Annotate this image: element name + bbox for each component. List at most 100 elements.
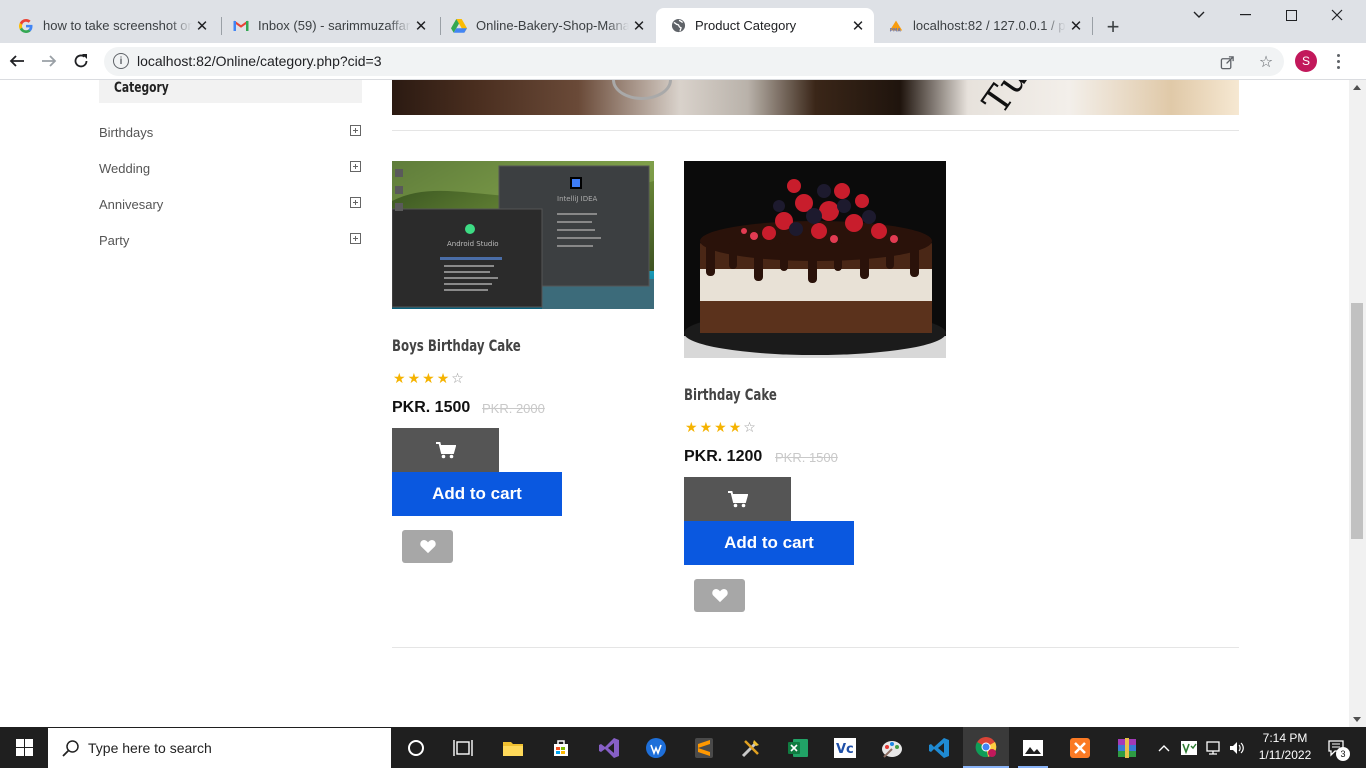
expand-plus-icon[interactable]: [350, 197, 361, 208]
scrollbar-thumb[interactable]: [1351, 303, 1363, 539]
sidebar-item-annivesary[interactable]: Annivesary: [99, 195, 362, 215]
forward-button[interactable]: [35, 47, 63, 75]
product-price: PKR. 1500: [392, 399, 471, 416]
browser-menu-icon[interactable]: [1330, 48, 1346, 74]
notification-center-icon[interactable]: 3: [1322, 727, 1352, 768]
page-viewport: Category Birthdays Wedding Annivesary Pa…: [0, 80, 1366, 727]
show-hidden-icons[interactable]: [1154, 727, 1174, 768]
google-icon: [18, 18, 34, 34]
tab-title: Product Category: [695, 18, 797, 33]
site-info-icon[interactable]: i: [113, 53, 129, 69]
photos-icon[interactable]: [1010, 727, 1056, 768]
tab-search-icon[interactable]: [1176, 0, 1222, 30]
excel-icon[interactable]: [775, 727, 821, 768]
tab-google-drive[interactable]: Online-Bakery-Shop-Management ✕: [437, 8, 655, 43]
tab-product-category[interactable]: Product Category ✕: [656, 8, 874, 43]
close-tab-icon[interactable]: ✕: [411, 16, 431, 36]
chrome-taskbar-icon[interactable]: [963, 727, 1009, 768]
reload-button[interactable]: [67, 47, 95, 75]
windows-taskbar: Type here to search Vc 7:14 PM 1/11/2022…: [0, 727, 1366, 768]
url-text: localhost:82/Online/category.php?cid=3: [137, 53, 382, 69]
product-name[interactable]: Boys Birthday Cake: [392, 336, 521, 355]
sidebar-item-wedding[interactable]: Wedding: [99, 159, 362, 179]
taskbar-clock[interactable]: 7:14 PM 1/11/2022: [1252, 730, 1318, 764]
product-name[interactable]: Birthday Cake: [684, 385, 777, 404]
scroll-down-arrow[interactable]: [1353, 717, 1361, 722]
file-explorer-icon[interactable]: [490, 727, 536, 768]
page-scrollbar[interactable]: [1349, 80, 1366, 727]
winrar-icon[interactable]: [1104, 727, 1150, 768]
product-image[interactable]: IntelliJ IDEA Android Studio: [392, 161, 654, 309]
volume-icon[interactable]: [1226, 727, 1248, 768]
search-placeholder: Type here to search: [88, 740, 212, 756]
image-text: Android Studio: [447, 240, 499, 248]
star-filled-icon: ★: [422, 370, 435, 386]
tab-gmail-inbox[interactable]: Inbox (59) - sarimmuzaffar14@ ✕: [219, 8, 437, 43]
sidebar-item-label: Birthdays: [99, 125, 154, 140]
taskbar-search-box[interactable]: Type here to search: [48, 728, 391, 768]
visual-studio-icon[interactable]: [586, 727, 632, 768]
vscode-icon[interactable]: [916, 727, 962, 768]
close-tab-icon[interactable]: ✕: [1066, 16, 1086, 36]
paint-icon[interactable]: [869, 727, 915, 768]
close-tab-icon[interactable]: ✕: [629, 16, 649, 36]
product-rating: ★ ★ ★ ★ ☆: [393, 370, 464, 386]
star-filled-icon: ★: [714, 419, 727, 435]
new-tab-button[interactable]: +: [1100, 14, 1126, 40]
gmail-icon: [233, 18, 249, 34]
wishlist-button[interactable]: [694, 579, 745, 612]
product-rating: ★ ★ ★ ★ ☆: [685, 419, 756, 435]
product-old-price: PKR. 1500: [775, 450, 838, 465]
vc-app-icon[interactable]: Vc: [822, 727, 868, 768]
heart-icon: [419, 539, 436, 554]
svg-text:PMA: PMA: [890, 27, 902, 33]
back-button[interactable]: [3, 47, 31, 75]
tab-google-search[interactable]: how to take screenshot on pc ✕: [4, 8, 218, 43]
sublime-text-icon[interactable]: [681, 727, 727, 768]
close-window-button[interactable]: [1314, 0, 1360, 30]
expand-plus-icon[interactable]: [350, 161, 361, 172]
close-tab-icon[interactable]: ✕: [848, 16, 868, 36]
sidebar-item-label: Party: [99, 233, 130, 248]
windows-start-button[interactable]: [0, 727, 48, 768]
maximize-button[interactable]: [1268, 0, 1314, 30]
network-icon[interactable]: [1202, 727, 1224, 768]
add-to-cart-button[interactable]: Add to cart: [392, 472, 562, 516]
divider: [392, 647, 1239, 648]
xampp-icon[interactable]: [1057, 727, 1103, 768]
sidebar-item-party[interactable]: Party: [99, 231, 362, 251]
microsoft-store-icon[interactable]: [538, 727, 584, 768]
cortana-icon[interactable]: [393, 727, 439, 768]
product-price: PKR. 1200: [684, 448, 763, 465]
tab-phpmyadmin[interactable]: PMA localhost:82 / 127.0.0.1 / patch ✕: [874, 8, 1092, 43]
browser-tab-bar: how to take screenshot on pc ✕ Inbox (59…: [0, 0, 1366, 43]
cart-icon-button[interactable]: [392, 428, 499, 472]
minimize-button[interactable]: [1222, 0, 1268, 30]
profile-avatar[interactable]: S: [1295, 50, 1317, 72]
address-bar[interactable]: i localhost:82/Online/category.php?cid=3…: [104, 47, 1284, 76]
add-to-cart-button[interactable]: Add to cart: [684, 521, 854, 565]
wishlist-button[interactable]: [402, 530, 453, 563]
tools-icon[interactable]: [728, 727, 774, 768]
app-blue-icon[interactable]: [633, 727, 679, 768]
sidebar-item-birthdays[interactable]: Birthdays: [99, 123, 362, 143]
expand-plus-icon[interactable]: [350, 233, 361, 244]
task-view-icon[interactable]: [440, 727, 486, 768]
tab-title: Online-Bakery-Shop-Management: [476, 18, 629, 33]
expand-plus-icon[interactable]: [350, 125, 361, 136]
tab-title: localhost:82 / 127.0.0.1 / patch: [913, 18, 1066, 33]
category-heading: Category: [99, 80, 362, 103]
share-icon[interactable]: [1217, 52, 1237, 72]
sidebar-item-label: Wedding: [99, 161, 151, 176]
svg-text:Vc: Vc: [836, 742, 854, 757]
clock-date: 1/11/2022: [1258, 748, 1312, 762]
cart-icon-button[interactable]: [684, 477, 791, 521]
scroll-up-arrow[interactable]: [1353, 85, 1361, 90]
star-filled-icon: ★: [699, 419, 713, 435]
vpn-tray-icon[interactable]: [1178, 727, 1200, 768]
star-empty-icon: ☆: [743, 419, 756, 435]
globe-icon: [670, 18, 686, 34]
bookmark-star-icon[interactable]: ☆: [1256, 52, 1276, 72]
close-tab-icon[interactable]: ✕: [192, 16, 212, 36]
product-image[interactable]: [684, 161, 946, 358]
